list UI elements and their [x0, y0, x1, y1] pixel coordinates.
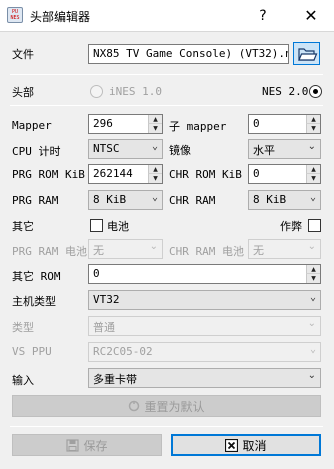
divider	[10, 74, 323, 75]
input-select[interactable]: 多重卡带 ⌄	[88, 368, 321, 388]
help-icon: ?	[259, 7, 267, 24]
submapper-label: 子 mapper	[169, 120, 227, 133]
battery-label: 电池	[107, 220, 129, 233]
cancel-label: 取消	[242, 438, 267, 453]
chr-ram-value: 8 KiB	[253, 193, 287, 206]
chr-rom-spinbox[interactable]: 0 ▲ ▼	[248, 164, 321, 184]
submapper-spinbox[interactable]: 0 ▲ ▼	[248, 114, 321, 134]
title-bar: PU NES 头部编辑器 ? ✕	[0, 0, 334, 31]
chevron-down-icon: ⌄	[309, 192, 316, 203]
misc-rom-spinbox[interactable]: 0 ▲ ▼	[88, 264, 321, 284]
type-label: 类型	[12, 321, 34, 334]
mirroring-value: 水平	[253, 144, 275, 157]
battery-checkbox[interactable]	[90, 219, 103, 232]
spin-up-icon[interactable]: ▲	[148, 115, 162, 124]
mirroring-label: 镜像	[169, 144, 191, 157]
file-path-field[interactable]: NX85 TV Game Console) (VT32).nes	[88, 44, 289, 64]
input-label: 输入	[12, 374, 34, 387]
divider	[10, 426, 323, 427]
spin-up-icon[interactable]: ▲	[306, 115, 320, 124]
spin-down-icon[interactable]: ▼	[306, 124, 320, 133]
reset-default-button[interactable]: 重置为默认	[12, 395, 321, 417]
chr-nvram-label: CHR RAM 电池	[169, 245, 244, 258]
folder-icon	[298, 48, 318, 61]
type-value: 普通	[93, 321, 115, 334]
prg-rom-label: PRG ROM KiB	[12, 168, 85, 181]
other-label: 其它	[12, 220, 34, 233]
spin-up-icon[interactable]: ▲	[306, 165, 320, 174]
save-label: 保存	[83, 438, 108, 453]
chevron-down-icon: ⌄	[307, 318, 316, 329]
prg-rom-value: 262144	[93, 167, 133, 180]
browse-folder-button[interactable]	[293, 42, 320, 65]
mapper-label: Mapper	[12, 119, 52, 132]
spin-down-icon[interactable]: ▼	[148, 174, 162, 183]
prg-nvram-select[interactable]: 无 ⌄	[88, 239, 163, 259]
misc-rom-label: 其它 ROM	[12, 270, 61, 283]
spin-down-icon[interactable]: ▼	[148, 124, 162, 133]
spin-up-icon[interactable]: ▲	[148, 165, 162, 174]
chr-ram-select[interactable]: 8 KiB ⌄	[248, 190, 321, 210]
cpu-timing-select[interactable]: NTSC ⌄	[88, 139, 163, 159]
chevron-down-icon: ⌄	[307, 241, 316, 252]
chr-ram-label: CHR RAM	[169, 194, 216, 207]
vs-ppu-label: VS PPU	[12, 345, 52, 358]
nes2-label: NES 2.0	[262, 85, 309, 98]
cpu-timing-value: NTSC	[93, 142, 120, 155]
spin-down-icon[interactable]: ▼	[306, 174, 320, 183]
mapper-spinbox[interactable]: 296 ▲ ▼	[88, 114, 163, 134]
mirroring-select[interactable]: 水平 ⌄	[248, 139, 321, 159]
spin-up-icon[interactable]: ▲	[306, 265, 320, 274]
chr-rom-label: CHR ROM KiB	[169, 168, 242, 181]
chr-nvram-value: 无	[253, 244, 264, 257]
chevron-down-icon: ⌄	[307, 370, 316, 381]
vs-ppu-value: RC2C05-02	[93, 345, 153, 358]
prg-nvram-label: PRG RAM 电池	[12, 245, 87, 258]
trainer-checkbox[interactable]	[308, 219, 321, 232]
chevron-down-icon: ⌄	[309, 344, 316, 355]
close-button[interactable]: ✕	[288, 0, 334, 31]
file-label: 文件	[12, 48, 34, 61]
reset-label: 重置为默认	[144, 399, 205, 414]
chevron-down-icon: ⌄	[309, 292, 316, 303]
trainer-label: 作弊	[280, 220, 302, 233]
prg-ram-value: 8 KiB	[93, 193, 127, 206]
header-label: 头部	[12, 86, 34, 99]
window-title: 头部编辑器	[30, 10, 91, 24]
cancel-icon	[225, 438, 239, 452]
chevron-down-icon: ⌄	[307, 141, 316, 152]
ines1-label: iNES 1.0	[109, 85, 162, 98]
input-value: 多重卡带	[93, 373, 137, 386]
chevron-down-icon: ⌄	[151, 192, 158, 203]
save-button[interactable]: 保存	[12, 434, 162, 456]
spin-down-icon[interactable]: ▼	[306, 274, 320, 283]
app-icon: PU NES	[7, 7, 23, 23]
prg-nvram-value: 无	[93, 244, 104, 257]
submapper-value: 0	[253, 117, 260, 130]
cpu-timing-label: CPU 计时	[12, 145, 61, 158]
save-icon	[66, 438, 80, 452]
ines1-radio[interactable]	[90, 85, 103, 98]
prg-rom-spinbox[interactable]: 262144 ▲ ▼	[88, 164, 163, 184]
chr-nvram-select[interactable]: 无 ⌄	[248, 239, 321, 259]
reset-icon	[129, 400, 140, 412]
close-icon: ✕	[304, 6, 318, 25]
type-select[interactable]: 普通 ⌄	[88, 316, 321, 336]
console-type-label: 主机类型	[12, 295, 56, 308]
chevron-down-icon: ⌄	[149, 241, 158, 252]
chr-rom-value: 0	[253, 167, 260, 180]
prg-ram-label: PRG RAM	[12, 194, 59, 207]
dialog-body: 文件 NX85 TV Game Console) (VT32).nes 头部 i…	[0, 31, 334, 469]
console-type-value: VT32	[93, 293, 120, 306]
chevron-down-icon: ⌄	[151, 141, 158, 152]
vs-ppu-select[interactable]: RC2C05-02 ⌄	[88, 342, 321, 362]
console-type-select[interactable]: VT32 ⌄	[88, 290, 321, 310]
misc-rom-value: 0	[93, 267, 100, 280]
divider	[10, 105, 323, 106]
nes2-radio[interactable]	[309, 85, 322, 98]
cancel-button[interactable]: 取消	[171, 434, 321, 456]
prg-ram-select[interactable]: 8 KiB ⌄	[88, 190, 163, 210]
mapper-value: 296	[93, 117, 113, 130]
help-button[interactable]: ?	[240, 0, 286, 31]
